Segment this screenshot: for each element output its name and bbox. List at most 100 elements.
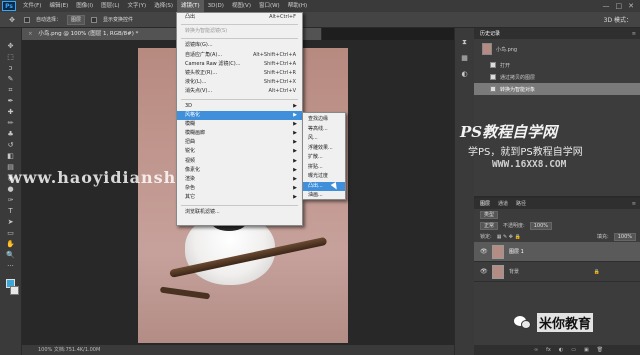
pen-icon[interactable]: ✑: [5, 196, 17, 204]
fill-input[interactable]: 100%: [613, 232, 636, 241]
close-window-icon[interactable]: ✕: [628, 2, 634, 10]
eraser-icon[interactable]: ◧: [5, 152, 17, 160]
filter-menu-item[interactable]: 视频 ▶: [177, 157, 302, 166]
more-tools-icon[interactable]: ···: [5, 262, 17, 270]
new-layer-icon[interactable]: ▣: [584, 347, 589, 353]
menu-image[interactable]: 图像(I): [72, 0, 97, 12]
filter-menu-item[interactable]: 自适应广角(A)... Alt+Shift+Ctrl+A: [177, 51, 302, 60]
crop-icon[interactable]: ⌗: [5, 86, 17, 94]
move-tool-icon[interactable]: ✥: [6, 16, 18, 24]
filter-menu-item[interactable]: 模糊画廊 ▶: [177, 129, 302, 138]
group-icon[interactable]: ▭: [571, 347, 576, 353]
filter-menu-item[interactable]: 3D ▶: [177, 102, 302, 111]
eye-icon[interactable]: 👁: [480, 248, 488, 255]
menu-type[interactable]: 文字(Y): [124, 0, 151, 12]
layer-kind-filter[interactable]: 类型: [480, 210, 499, 219]
tab-channels[interactable]: 通道: [498, 200, 508, 207]
stylize-submenu-item[interactable]: 浮雕效果...: [303, 144, 345, 154]
minimize-icon[interactable]: —: [603, 2, 610, 10]
history-panel-icon[interactable]: ⧗: [459, 38, 471, 46]
stylize-submenu-item[interactable]: 风...: [303, 134, 345, 144]
filter-menu-item[interactable]: 风格化 ▶: [177, 110, 302, 120]
tab-history[interactable]: 历史记录: [480, 30, 500, 37]
history-panel-header: 历史记录 ≡: [474, 28, 640, 39]
tab-layers[interactable]: 图层: [480, 200, 490, 207]
brush-icon[interactable]: ✏: [5, 119, 17, 127]
layer-row[interactable]: 👁 图层 1: [474, 242, 640, 262]
filter-menu-item[interactable]: 渲染 ▶: [177, 175, 302, 184]
tab-paths[interactable]: 路径: [516, 200, 526, 207]
panel-menu-icon[interactable]: ≡: [632, 31, 640, 37]
filter-menu-item[interactable]: 锐化 ▶: [177, 147, 302, 156]
marquee-icon[interactable]: ⬚: [5, 53, 17, 61]
stylize-submenu-item[interactable]: 扩散...: [303, 153, 345, 163]
opacity-input[interactable]: 100%: [529, 221, 552, 230]
filter-menu-item[interactable]: 杂色 ▶: [177, 184, 302, 193]
hand-icon[interactable]: ✋: [5, 240, 17, 248]
filter-menu-item[interactable]: 其它 ▶: [177, 193, 302, 202]
zoom-icon[interactable]: 🔍: [5, 251, 17, 259]
stamp-icon[interactable]: ♣: [5, 130, 17, 138]
link-layers-icon[interactable]: ∞: [534, 347, 538, 353]
layer-style-icon[interactable]: fx: [546, 347, 551, 353]
auto-select-target-dropdown[interactable]: 图层: [67, 14, 86, 25]
path-select-icon[interactable]: ➤: [5, 218, 17, 226]
menu-view[interactable]: 视图(V): [228, 0, 255, 12]
history-snapshot[interactable]: 小鸟.png: [474, 39, 640, 59]
filter-menu-item[interactable]: Camera Raw 滤镜(C)... Shift+Ctrl+A: [177, 60, 302, 69]
trash-icon[interactable]: 🗑: [597, 347, 603, 353]
filter-menu-item[interactable]: 模糊 ▶: [177, 120, 302, 129]
layers-menu-icon[interactable]: ≡: [632, 201, 640, 207]
options-bar: ✥ 自动选择： 图层 显示变换控件 3D 模式：: [0, 12, 640, 28]
adjustments-panel-icon[interactable]: ◐: [459, 70, 471, 78]
auto-select-checkbox[interactable]: [24, 16, 30, 23]
lasso-icon[interactable]: ↄ: [5, 64, 17, 72]
menu-layer[interactable]: 图层(L): [97, 0, 123, 12]
history-step[interactable]: 打开: [474, 59, 640, 71]
filter-menu-item[interactable]: 滤镜库(G)...: [177, 41, 302, 50]
filter-menu-item[interactable]: 镜头校正(R)... Shift+Ctrl+R: [177, 69, 302, 78]
filter-menu-item[interactable]: 凸出 Alt+Ctrl+F: [177, 13, 302, 22]
close-document-icon[interactable]: ×: [28, 31, 33, 37]
move-icon[interactable]: ✥: [5, 42, 17, 50]
filter-menu-item[interactable]: 液化(L)... Shift+Ctrl+X: [177, 78, 302, 87]
menu-help[interactable]: 帮助(H): [284, 0, 311, 12]
eye-icon[interactable]: 👁: [480, 268, 488, 275]
history-step[interactable]: 转换为智能对象: [474, 83, 640, 95]
menu-file[interactable]: 文件(F): [19, 0, 45, 12]
quick-select-icon[interactable]: ✎: [5, 75, 17, 83]
adjustment-layer-icon[interactable]: ◐: [559, 347, 563, 353]
lock-icons[interactable]: ▦ ✎ ✥ 🔒: [497, 234, 521, 240]
blend-mode-select[interactable]: 正常: [480, 221, 499, 230]
filter-menu-item-shortcut: Shift+Ctrl+X: [263, 79, 296, 86]
menu-filter[interactable]: 滤镜(T): [176, 0, 204, 12]
menu-3d[interactable]: 3D(D): [204, 0, 228, 12]
stylize-submenu-item[interactable]: 查找边缘: [303, 115, 345, 125]
type-icon[interactable]: T: [5, 207, 17, 215]
menu-edit[interactable]: 编辑(E): [45, 0, 72, 12]
history-step[interactable]: 通过拷贝的图层: [474, 71, 640, 83]
filter-menu-item[interactable]: 消失点(V)... Alt+Ctrl+V: [177, 87, 302, 96]
mode-3d-label: 3D 模式：: [603, 17, 632, 24]
healing-icon[interactable]: ✚: [5, 108, 17, 116]
filter-menu-item-shortcut: Alt+Ctrl+V: [268, 88, 296, 95]
maximize-icon[interactable]: □: [616, 2, 623, 10]
photoshop-logo-icon: Ps: [2, 1, 16, 11]
menu-window[interactable]: 窗口(W): [255, 0, 284, 12]
filter-menu-item[interactable]: 浏览联机滤镜...: [177, 208, 302, 217]
show-transform-checkbox[interactable]: [91, 16, 98, 23]
menu-select[interactable]: 选择(S): [150, 0, 177, 12]
layer-name: 背景: [509, 269, 520, 275]
stylize-submenu-item[interactable]: 拼贴...: [303, 163, 345, 173]
filter-menu-item[interactable]: 像素化 ▶: [177, 166, 302, 175]
eyedropper-icon[interactable]: ✒: [5, 97, 17, 105]
stylize-submenu-item[interactable]: 油画...: [303, 191, 345, 201]
layer-row[interactable]: 👁 背景 🔒: [474, 262, 640, 282]
background-color-swatch[interactable]: [10, 286, 19, 295]
history-brush-icon[interactable]: ↺: [5, 141, 17, 149]
stylize-submenu-item[interactable]: 曝光过度: [303, 172, 345, 182]
shape-icon[interactable]: ▭: [5, 229, 17, 237]
filter-menu-item[interactable]: 扭曲 ▶: [177, 138, 302, 147]
stylize-submenu-item[interactable]: 等高线...: [303, 125, 345, 135]
properties-panel-icon[interactable]: ▦: [459, 54, 471, 62]
